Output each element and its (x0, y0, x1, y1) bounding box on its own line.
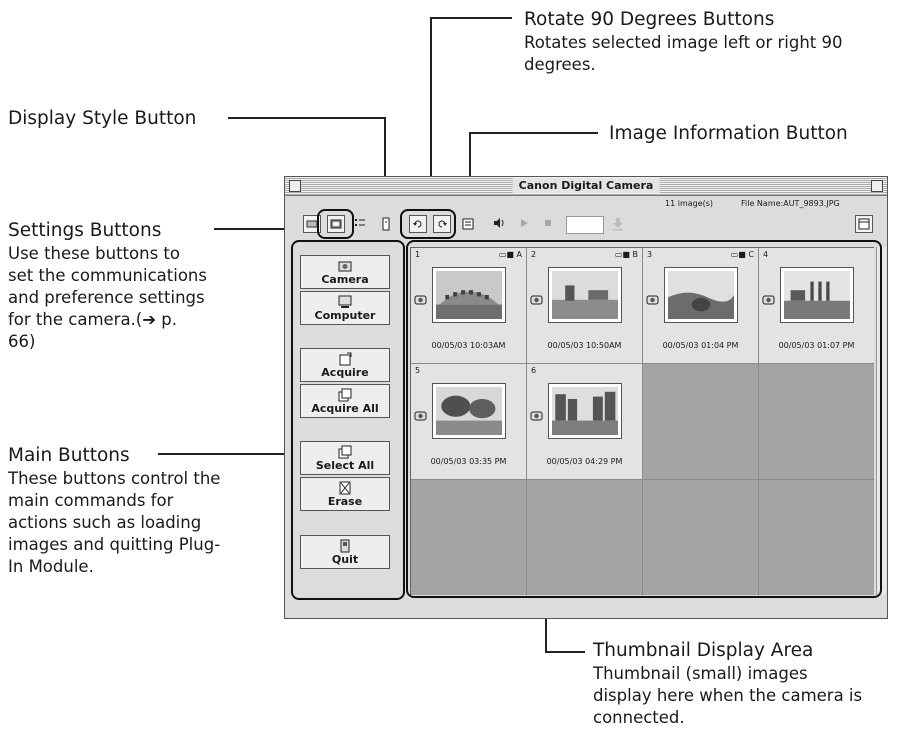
image-info-button[interactable] (459, 215, 477, 233)
annotation-heading: Rotate 90 Degrees Buttons (524, 9, 775, 30)
calendar-button[interactable] (855, 215, 873, 233)
sound-button[interactable] (491, 215, 509, 233)
annotation-desc: These buttons control the main commands … (8, 469, 221, 576)
info-bar: 11 image(s) File Name:AUT_9893.JPG (285, 197, 887, 211)
download-icon (613, 218, 623, 231)
settings-list-icon (355, 219, 365, 226)
annotation-image-info: Image Information Button (609, 122, 848, 146)
image-info-icon (462, 218, 474, 230)
speaker-icon (494, 218, 504, 228)
leader-line (228, 117, 384, 119)
annotation-desc: Rotates selected image left or right 90 … (524, 33, 843, 74)
highlight-settings (291, 240, 405, 600)
download-button[interactable] (609, 215, 627, 233)
close-box[interactable] (289, 180, 301, 192)
frame-counter[interactable] (566, 216, 604, 234)
thumb-size-icon (382, 217, 390, 231)
title-bar[interactable]: Canon Digital Camera (285, 177, 887, 196)
calendar-icon (858, 218, 870, 230)
highlight-rotate (400, 209, 456, 239)
stop-button[interactable] (539, 215, 557, 233)
annotation-desc: Use these buttons to set the communicati… (8, 244, 207, 351)
leader-line (430, 17, 512, 19)
collapse-box[interactable] (871, 180, 883, 192)
play-button[interactable] (515, 215, 533, 233)
annotation-heading: Display Style Button (8, 108, 197, 129)
file-name: File Name:AUT_9893.JPG (741, 199, 840, 208)
annotation-main: Main Buttons These buttons control the m… (8, 444, 238, 578)
annotation-settings: Settings Buttons Use these buttons to se… (8, 219, 233, 353)
thumb-size-button[interactable] (377, 215, 395, 233)
annotation-display-style: Display Style Button (8, 107, 196, 131)
leader-line (158, 453, 292, 455)
window-title: Canon Digital Camera (512, 178, 660, 193)
annotation-heading: Image Information Button (609, 123, 848, 144)
stop-icon (545, 220, 551, 226)
annotation-heading: Main Buttons (8, 445, 130, 466)
annotation-thumbnail: Thumbnail Display Area Thumbnail (small)… (593, 639, 883, 729)
toolbar (285, 211, 887, 243)
leader-line (469, 132, 598, 134)
leader-line (545, 651, 585, 653)
annotation-heading: Thumbnail Display Area (593, 640, 814, 661)
image-count: 11 image(s) (665, 199, 714, 208)
play-icon (521, 219, 528, 227)
annotation-desc: Thumbnail (small) images display here wh… (593, 664, 863, 727)
annotation-heading: Settings Buttons (8, 220, 162, 241)
highlight-display-style (317, 209, 354, 239)
highlight-thumbnails (406, 240, 882, 598)
annotation-rotate: Rotate 90 Degrees Buttons Rotates select… (524, 8, 884, 76)
